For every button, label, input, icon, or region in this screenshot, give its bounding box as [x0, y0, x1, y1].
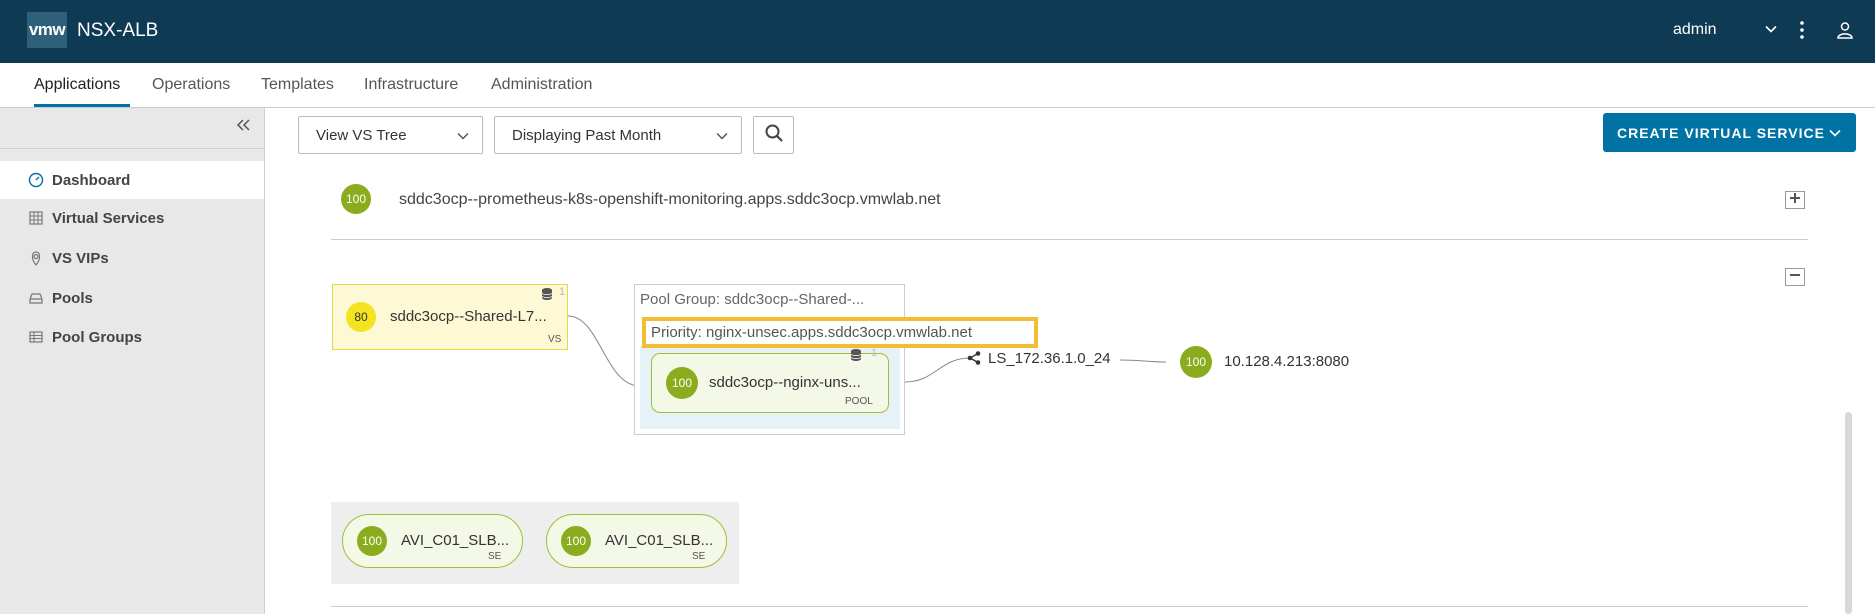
scrollbar[interactable]	[1845, 412, 1852, 614]
node-type-label: POOL	[845, 396, 873, 407]
pool-node[interactable]: 100 sddc3ocp--nginx-uns... POOL 1	[651, 347, 889, 413]
service-engine-node[interactable]: 100 AVI_C01_SLB... SE	[546, 514, 727, 568]
vs-node-name: sddc3ocp--Shared-L7...	[390, 308, 547, 325]
service-engine-name: AVI_C01_SLB...	[401, 532, 510, 549]
node-count: 1	[871, 347, 878, 359]
health-score-badge: 100	[561, 526, 591, 556]
server-address[interactable]: 10.128.4.213:8080	[1224, 353, 1349, 370]
pool-group-priority: Priority: nginx-unsec.apps.sddc3ocp.vmwl…	[642, 317, 1038, 348]
database-icon	[541, 287, 553, 306]
pool-node-name: sddc3ocp--nginx-uns...	[709, 374, 861, 391]
node-type-label: SE	[692, 551, 706, 562]
database-icon	[850, 348, 862, 367]
node-count: 1	[559, 286, 566, 298]
health-score-badge: 80	[346, 302, 376, 332]
network-name[interactable]: LS_172.36.1.0_24	[988, 350, 1111, 367]
tree-connectors	[567, 315, 1167, 387]
node-type-label: SE	[488, 551, 502, 562]
pool-group-title[interactable]: Pool Group: sddc3ocp--Shared-...	[640, 291, 864, 308]
service-engine-name: AVI_C01_SLB...	[605, 532, 714, 549]
share-network-icon	[967, 351, 981, 370]
health-score-badge: 100	[666, 367, 698, 399]
health-score-badge: 100	[1180, 346, 1212, 378]
service-engine-node[interactable]: 100 AVI_C01_SLB... SE	[342, 514, 523, 568]
node-type-label: VS	[548, 334, 562, 345]
health-score-badge: 100	[357, 526, 387, 556]
row-divider	[331, 606, 1808, 607]
vs-node[interactable]: 80 sddc3ocp--Shared-L7... VS 1	[332, 284, 568, 350]
